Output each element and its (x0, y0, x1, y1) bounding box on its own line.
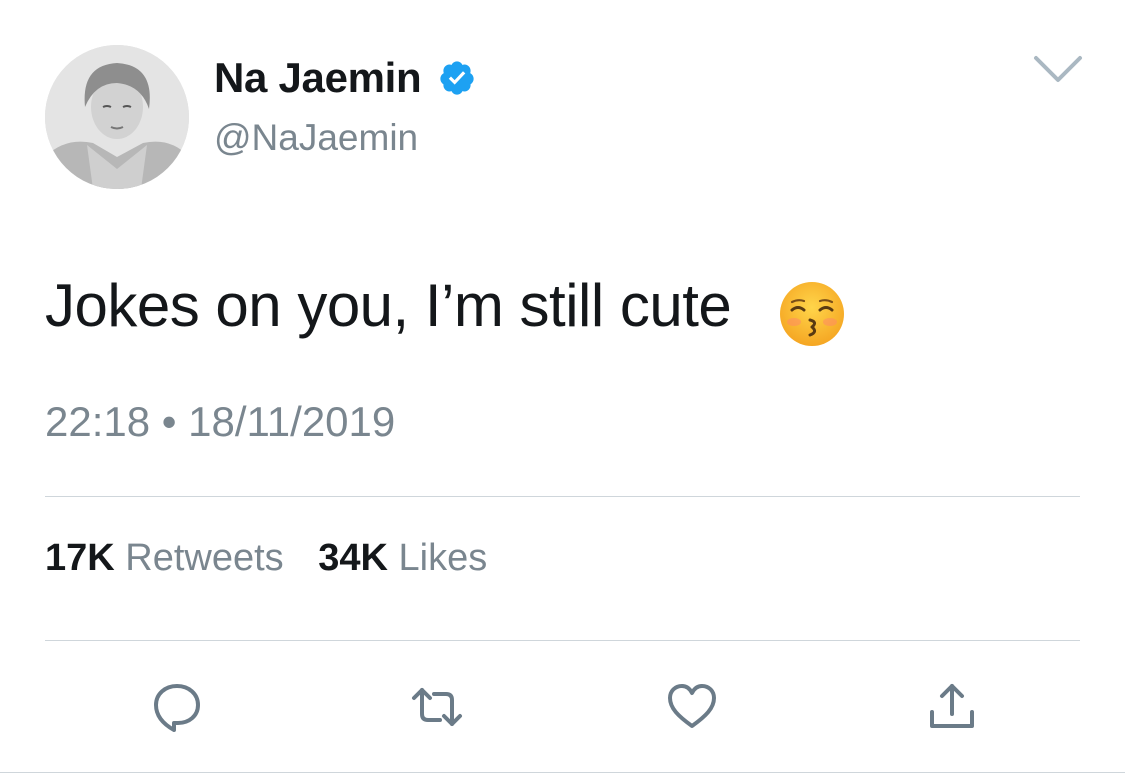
avatar[interactable] (45, 45, 189, 189)
card-bottom-border (0, 772, 1125, 773)
likes-count: 34K (318, 537, 388, 579)
tweet-timestamp: 22:18 • 18/11/2019 (45, 396, 395, 448)
engagement-stats: 17K Retweets 34K Likes (45, 535, 511, 581)
chevron-down-icon[interactable] (1030, 50, 1086, 90)
retweets-stat[interactable]: 17K Retweets (45, 537, 284, 579)
retweets-label: Retweets (125, 537, 284, 579)
user-handle[interactable]: @NaJaemin (214, 116, 418, 160)
like-icon[interactable] (665, 680, 719, 734)
kissing-face-icon (780, 282, 844, 346)
tweet-date: 18/11/2019 (188, 398, 396, 445)
reply-icon[interactable] (150, 680, 204, 734)
tweet-text: Jokes on you, I’m still cute (45, 272, 732, 339)
share-icon[interactable] (925, 680, 979, 734)
likes-stat[interactable]: 34K Likes (318, 537, 487, 579)
verified-badge-icon (440, 61, 474, 95)
display-name[interactable]: Na Jaemin (214, 52, 422, 104)
retweet-icon[interactable] (410, 680, 464, 734)
likes-label: Likes (398, 537, 488, 579)
tweet-time: 22:18 (45, 398, 151, 445)
divider-top (45, 496, 1080, 497)
retweets-count: 17K (45, 537, 115, 579)
divider-bottom (45, 640, 1080, 641)
timestamp-separator: • (161, 398, 177, 445)
tweet-card: Na Jaemin @NaJaemin Jokes on you, I’m st… (0, 0, 1125, 776)
